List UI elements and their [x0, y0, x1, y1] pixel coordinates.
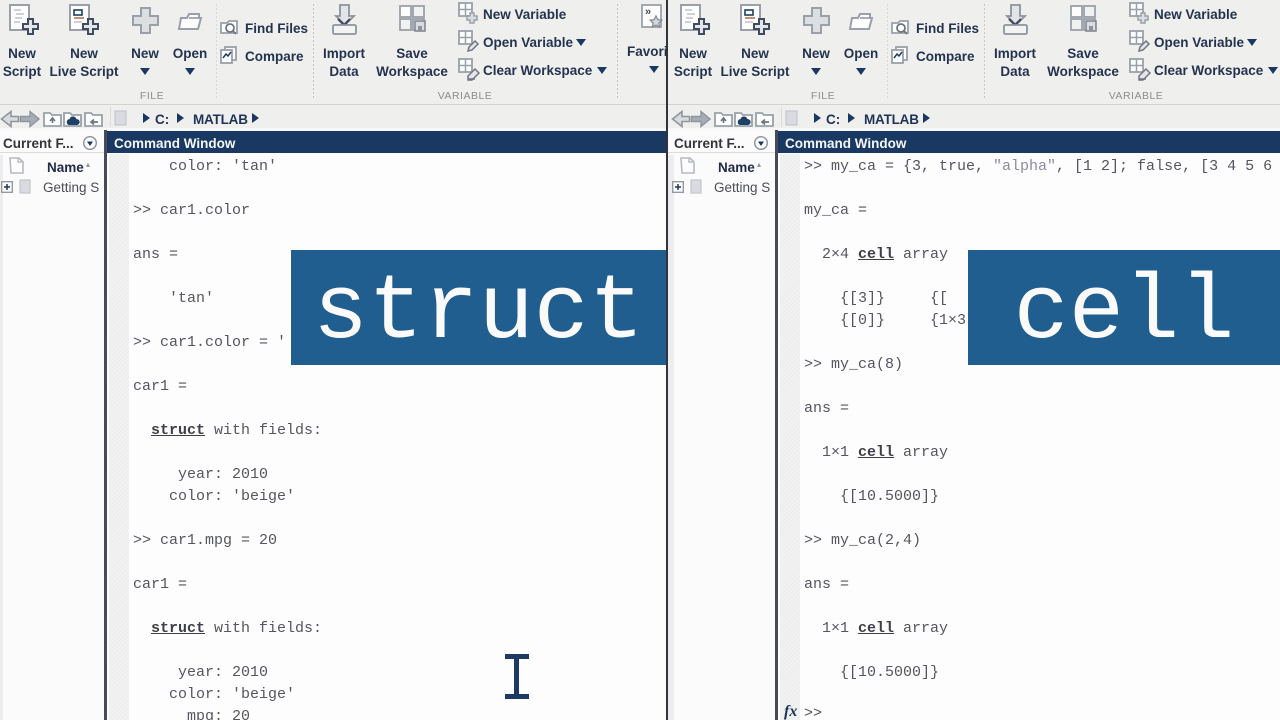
svg-text:»: » — [645, 6, 651, 18]
